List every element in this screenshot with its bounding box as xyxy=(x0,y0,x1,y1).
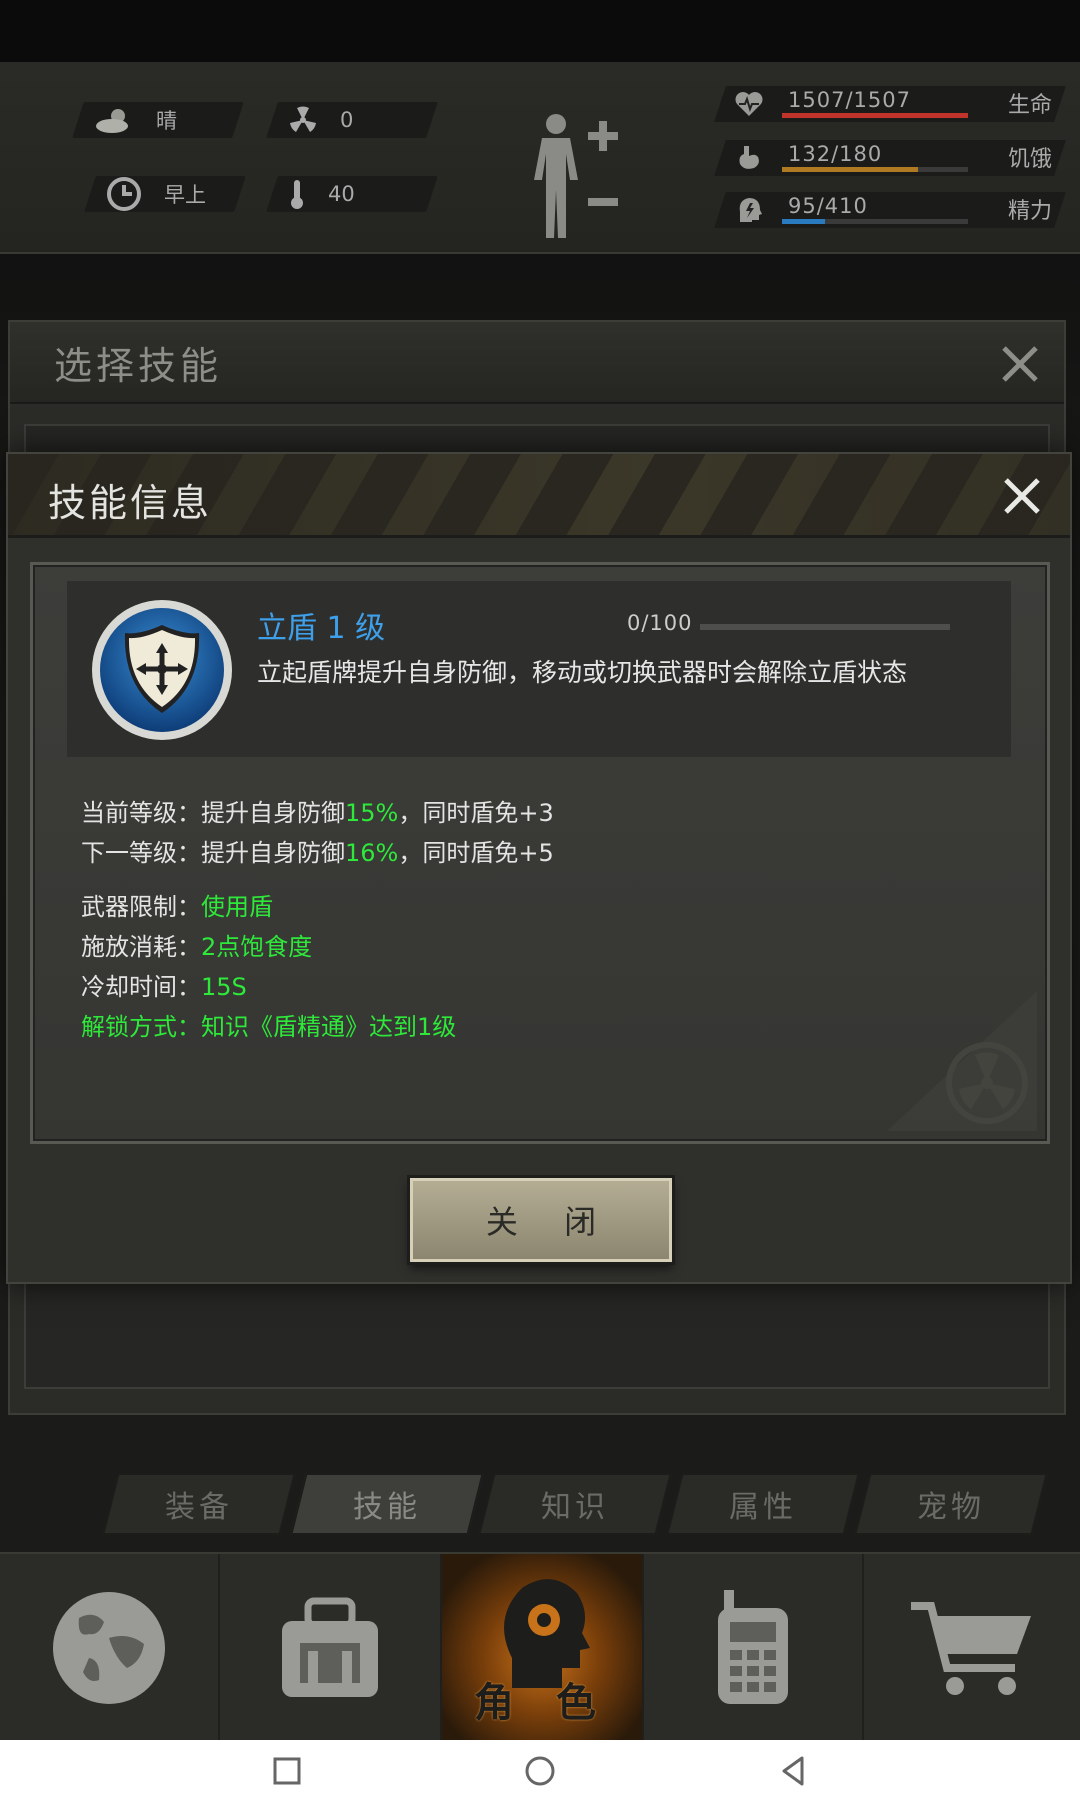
shield-skill-icon xyxy=(92,600,232,740)
next-level-suffix: ，同时盾免+5 xyxy=(398,839,554,867)
dialog-close-icon[interactable] xyxy=(1000,474,1044,518)
skill-description: 立起盾牌提升自身防御，移动或切换武器时会解除立盾状态 xyxy=(257,658,908,687)
tab-attributes-label: 属性 xyxy=(729,1490,797,1525)
unlock-row: 解锁方式：知识《盾精通》达到1级 xyxy=(81,1011,456,1043)
temperature-value: 40 xyxy=(328,182,355,206)
next-level-label: 下一等级： xyxy=(81,839,201,867)
nav-world[interactable] xyxy=(0,1554,220,1742)
current-level-value: 15% xyxy=(345,799,399,827)
thermometer-icon xyxy=(291,180,303,209)
hunger-value: 132/180 xyxy=(788,142,883,166)
select-panel-close-icon[interactable] xyxy=(998,342,1042,386)
current-level-row: 当前等级：提升自身防御15%，同时盾免+3 xyxy=(81,797,554,829)
radio-icon xyxy=(718,1590,788,1704)
time-chip: 早上 xyxy=(84,176,246,212)
next-level-value: 16% xyxy=(345,839,399,867)
health-stat: 1507/1507 生命 xyxy=(714,86,1066,122)
skill-info-dialog: 技能信息 立盾 1 级 0/100 立起盾牌提升自身防御，移动或切换武器时会解除… xyxy=(6,452,1072,1284)
tab-equipment-label: 装备 xyxy=(165,1490,233,1525)
radiation-chip: 0 xyxy=(266,102,438,138)
tab-attributes[interactable]: 属性 xyxy=(666,1473,860,1535)
heart-icon xyxy=(735,92,763,116)
back-icon[interactable] xyxy=(776,1754,810,1788)
tab-pets[interactable]: 宠物 xyxy=(854,1473,1048,1535)
category-tabs: 装备 技能 知识 属性 宠物 xyxy=(102,1473,1070,1535)
hunger-bar xyxy=(782,167,968,172)
close-button[interactable]: 关 闭 xyxy=(410,1178,672,1262)
temperature-chip: 40 xyxy=(266,176,438,212)
energy-bar-fill xyxy=(782,219,826,224)
energy-label: 精力 xyxy=(1007,199,1052,224)
select-skill-title: 选择技能 xyxy=(54,343,223,388)
skill-card: 立盾 1 级 0/100 立起盾牌提升自身防御，移动或切换武器时会解除立盾状态 xyxy=(67,581,1011,757)
cart-icon xyxy=(911,1602,1031,1695)
energy-bar xyxy=(782,219,968,224)
time-of-day-text: 早上 xyxy=(164,183,206,207)
nav-character[interactable]: 角 色 xyxy=(442,1554,644,1742)
weather-chip: 晴 xyxy=(72,102,244,138)
radiation-icon xyxy=(290,106,316,132)
status-bar xyxy=(0,0,1080,62)
cooldown-value: 15S xyxy=(201,973,247,1001)
backpack-icon xyxy=(282,1597,378,1697)
weapon-limit-row: 武器限制：使用盾 xyxy=(81,891,273,923)
unlock-label: 解锁方式： xyxy=(81,1013,201,1041)
globe-icon xyxy=(53,1592,165,1704)
tab-skills-label: 技能 xyxy=(353,1490,421,1525)
skill-detail-box: 立盾 1 级 0/100 立起盾牌提升自身防御，移动或切换武器时会解除立盾状态 … xyxy=(30,562,1050,1144)
current-level-suffix: ，同时盾免+3 xyxy=(398,799,554,827)
weapon-limit-label: 武器限制： xyxy=(81,893,201,921)
energy-head-icon xyxy=(739,198,762,222)
next-level-prefix: 提升自身防御 xyxy=(201,839,345,867)
tab-skills[interactable]: 技能 xyxy=(290,1473,484,1535)
skill-progress-text: 0/100 xyxy=(627,611,693,635)
body-status-icon[interactable] xyxy=(520,110,630,240)
skill-progress-bar xyxy=(700,624,950,630)
health-value: 1507/1507 xyxy=(788,88,911,112)
stats-header: 晴 0 早上 40 1507/1507 生命 132/180 饥饿 95/410… xyxy=(0,62,1080,254)
dialog-header: 技能信息 xyxy=(8,454,1070,538)
nav-shop[interactable] xyxy=(864,1554,1080,1742)
cast-cost-value: 2点饱食度 xyxy=(201,933,313,961)
skill-name: 立盾 1 级 xyxy=(257,611,386,646)
hunger-label: 饥饿 xyxy=(1007,147,1052,172)
energy-value: 95/410 xyxy=(788,194,868,218)
health-bar-fill xyxy=(782,113,968,118)
tab-pets-label: 宠物 xyxy=(917,1490,985,1525)
nav-radio[interactable] xyxy=(644,1554,864,1742)
energy-stat: 95/410 精力 xyxy=(714,192,1066,228)
current-level-prefix: 提升自身防御 xyxy=(201,799,345,827)
bottom-nav: 角 色 xyxy=(0,1552,1080,1742)
recent-apps-icon[interactable] xyxy=(270,1754,304,1788)
clock-icon xyxy=(107,177,141,211)
tab-knowledge-label: 知识 xyxy=(541,1490,609,1525)
weather-text: 晴 xyxy=(156,109,177,133)
nav-backpack[interactable] xyxy=(220,1554,442,1742)
weather-icon xyxy=(96,109,128,133)
home-icon[interactable] xyxy=(523,1754,557,1788)
hunger-bar-fill xyxy=(782,167,919,172)
hunger-stat: 132/180 饥饿 xyxy=(714,140,1066,176)
nav-character-label: 角 色 xyxy=(474,1680,610,1726)
cast-cost-label: 施放消耗： xyxy=(81,933,201,961)
current-level-label: 当前等级： xyxy=(81,799,201,827)
cooldown-label: 冷却时间： xyxy=(81,973,201,1001)
tab-equipment[interactable]: 装备 xyxy=(102,1473,296,1535)
stomach-icon xyxy=(739,146,759,169)
cooldown-row: 冷却时间：15S xyxy=(81,971,247,1003)
health-label: 生命 xyxy=(1007,93,1052,118)
select-skill-header: 选择技能 xyxy=(10,322,1064,404)
unlock-value: 知识《盾精通》达到1级 xyxy=(201,1013,457,1041)
radiation-watermark-icon xyxy=(887,991,1037,1131)
game-screen: 晴 0 早上 40 1507/1507 生命 132/180 饥饿 95/410… xyxy=(0,0,1080,1800)
radiation-value: 0 xyxy=(340,108,354,132)
cast-cost-row: 施放消耗：2点饱食度 xyxy=(81,931,312,963)
next-level-row: 下一等级：提升自身防御16%，同时盾免+5 xyxy=(81,837,554,869)
tab-knowledge[interactable]: 知识 xyxy=(478,1473,672,1535)
weapon-limit-value: 使用盾 xyxy=(201,893,273,921)
health-bar xyxy=(782,113,968,118)
dialog-title: 技能信息 xyxy=(48,481,213,525)
android-navigation-bar xyxy=(0,1740,1080,1800)
